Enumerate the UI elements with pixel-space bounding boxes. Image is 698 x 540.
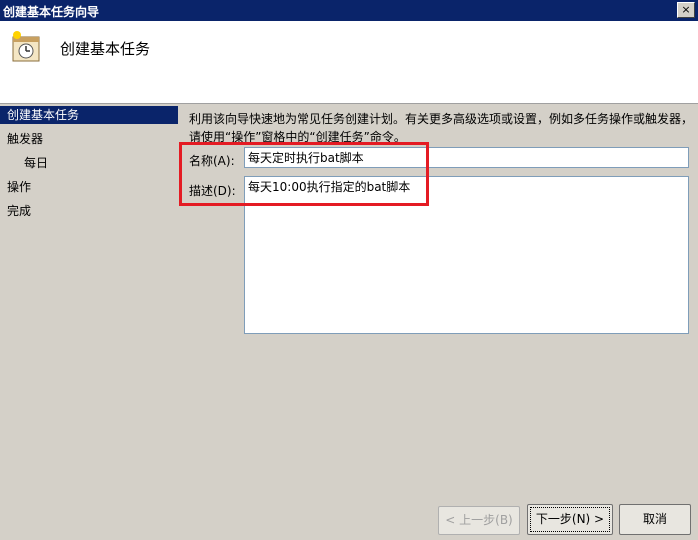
header-title: 创建基本任务 — [60, 40, 151, 58]
task-clock-icon — [9, 29, 43, 63]
cancel-button[interactable]: 取消 — [619, 504, 691, 535]
window-title: 创建基本任务向导 — [3, 5, 100, 19]
step-daily[interactable]: 每日 — [0, 154, 48, 172]
step-action[interactable]: 操作 — [0, 178, 31, 196]
title-bar: 创建基本任务向导 × — [0, 0, 698, 21]
step-finish[interactable]: 完成 — [0, 202, 31, 220]
step-trigger[interactable]: 触发器 — [0, 130, 43, 148]
wizard-description: 利用该向导快速地为常见任务创建计划。有关更多高级选项或设置，例如多任务操作或触发… — [189, 112, 694, 144]
wizard-header: 创建基本任务 — [0, 21, 698, 104]
step-create-basic-task[interactable]: 创建基本任务 — [0, 106, 178, 124]
back-button[interactable]: < 上一步(B) — [438, 506, 520, 535]
wizard-steps: 创建基本任务 触发器 每日 操作 完成 — [0, 104, 178, 540]
highlight-box — [179, 142, 429, 206]
next-button[interactable]: 下一步(N) > — [527, 504, 613, 535]
close-button[interactable]: × — [677, 2, 695, 18]
